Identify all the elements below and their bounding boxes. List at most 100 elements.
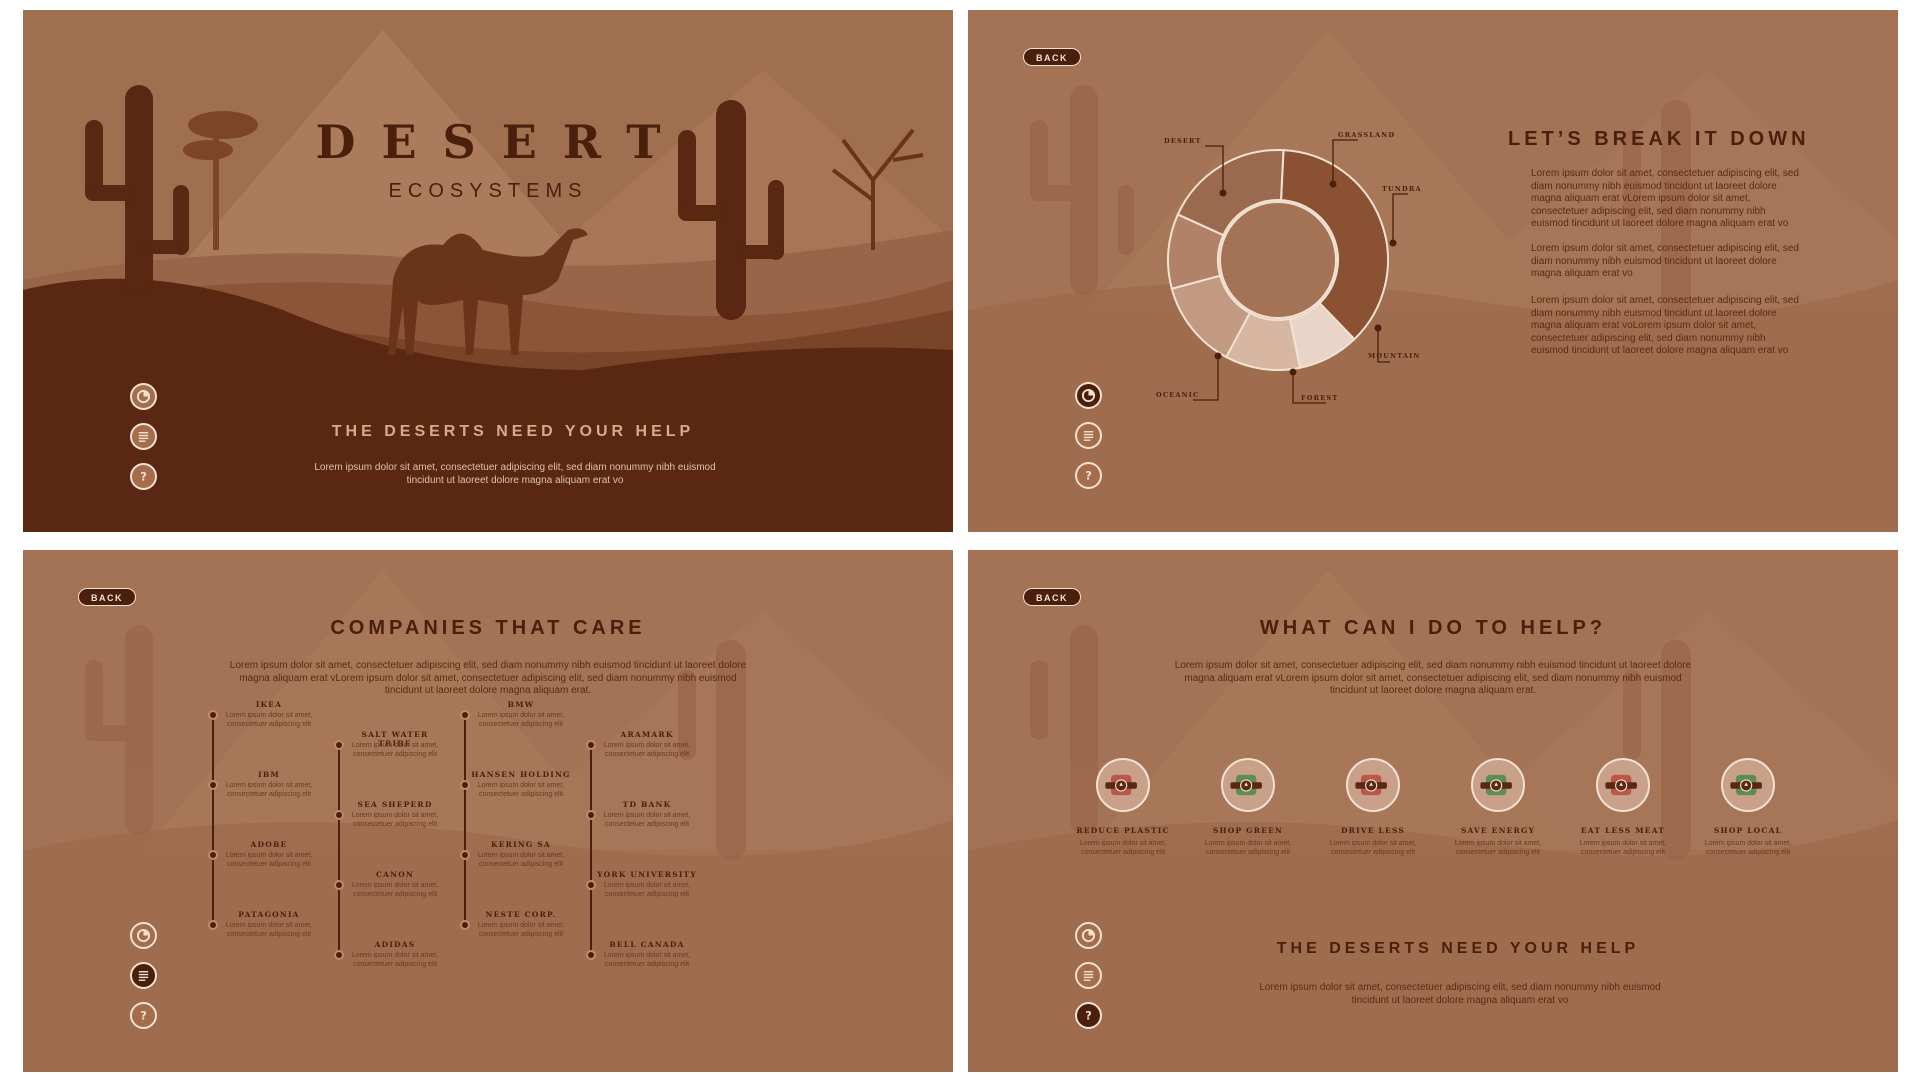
timeline-dot bbox=[460, 920, 470, 930]
basket-icon bbox=[1721, 758, 1775, 812]
car-icon bbox=[1346, 758, 1400, 812]
chart-nav-button[interactable] bbox=[1075, 382, 1102, 409]
company-description: Lorem ipsum dolor sit amet, consectetuer… bbox=[477, 782, 565, 798]
company-description: Lorem ipsum dolor sit amet, consectetuer… bbox=[225, 852, 313, 868]
company-name: HANSEN HOLDING bbox=[471, 770, 571, 779]
desert-landscape-illustration bbox=[23, 10, 953, 532]
help-item-description: Lorem ipsum dolor sit amet, consectetuer… bbox=[1579, 840, 1667, 856]
timeline-dot bbox=[586, 880, 596, 890]
timeline-dot bbox=[208, 920, 218, 930]
company-name: NESTE CORP. bbox=[485, 910, 557, 919]
help-nav-button[interactable]: ? bbox=[130, 1002, 157, 1029]
help-item[interactable]: REDUCE PLASTIC Lorem ipsum dolor sit amet… bbox=[1068, 758, 1178, 857]
lightbulb-icon bbox=[1471, 758, 1525, 812]
help-icon: ? bbox=[1085, 470, 1092, 483]
label-oceanic: OCEANIC bbox=[1156, 391, 1200, 399]
company-description: Lorem ipsum dolor sit amet, consectetuer… bbox=[351, 742, 439, 758]
company-name: IKEA bbox=[255, 700, 283, 709]
timeline-dot bbox=[208, 850, 218, 860]
heading: THE DESERTS NEED YOUR HELP bbox=[331, 423, 695, 440]
back-button[interactable]: BACK bbox=[1023, 588, 1081, 606]
company-description: Lorem ipsum dolor sit amet, consectetuer… bbox=[225, 712, 313, 728]
help-nav-button[interactable]: ? bbox=[1075, 1002, 1102, 1029]
company-name: PATAGONIA bbox=[238, 910, 300, 919]
timeline-dot bbox=[334, 810, 344, 820]
plastic-bottle-icon bbox=[1096, 758, 1150, 812]
chart-nav-button[interactable] bbox=[1075, 922, 1102, 949]
company-description: Lorem ipsum dolor sit amet, consectetuer… bbox=[603, 882, 691, 898]
help-item-label: EAT LESS MEAT bbox=[1580, 826, 1666, 835]
help-item-description: Lorem ipsum dolor sit amet, consectetuer… bbox=[1329, 840, 1417, 856]
chart-nav-button[interactable] bbox=[130, 383, 157, 410]
nav-buttons: ? bbox=[130, 922, 160, 1042]
help-item-label: REDUCE PLASTIC bbox=[1076, 826, 1170, 835]
chart-nav-button[interactable] bbox=[130, 922, 157, 949]
help-item-description: Lorem ipsum dolor sit amet, consectetuer… bbox=[1454, 840, 1542, 856]
svg-text:?: ? bbox=[1085, 1010, 1092, 1023]
list-nav-button[interactable] bbox=[1075, 422, 1102, 449]
back-button[interactable]: BACK bbox=[1023, 48, 1081, 66]
slide-title: WHAT CAN I DO TO HELP? bbox=[1259, 617, 1607, 639]
company-name: TD BANK bbox=[622, 800, 672, 809]
help-icon: ? bbox=[1085, 1010, 1092, 1023]
chart-icon bbox=[1081, 388, 1096, 403]
slide-help: BACK WHAT CAN I DO TO HELP? Lorem ipsum … bbox=[968, 550, 1898, 1072]
company-description: Lorem ipsum dolor sit amet, consectetuer… bbox=[225, 922, 313, 938]
help-item[interactable]: SAVE ENERGY Lorem ipsum dolor sit amet, c… bbox=[1443, 758, 1553, 857]
donut-hole bbox=[1219, 201, 1337, 319]
help-item-label: SAVE ENERGY bbox=[1460, 826, 1536, 835]
company-name: KERING SA bbox=[491, 840, 551, 849]
company-name: BMW bbox=[507, 700, 535, 709]
help-nav-button[interactable]: ? bbox=[130, 463, 157, 490]
timeline-dot bbox=[460, 780, 470, 790]
help-icon: ? bbox=[140, 471, 147, 484]
company-description: Lorem ipsum dolor sit amet, consectetuer… bbox=[603, 812, 691, 828]
list-nav-button[interactable] bbox=[1075, 962, 1102, 989]
timeline-line bbox=[464, 714, 466, 924]
company-name: ADOBE bbox=[250, 840, 288, 849]
help-item-label: SHOP LOCAL bbox=[1713, 826, 1783, 835]
chart-icon bbox=[136, 389, 151, 404]
subtitle: ECOSYSTEMS bbox=[388, 180, 588, 202]
list-icon bbox=[138, 432, 149, 442]
svg-text:?: ? bbox=[140, 1010, 147, 1023]
body-text: Lorem ipsum dolor sit amet, consectetuer… bbox=[314, 462, 716, 486]
timeline-dot bbox=[208, 780, 218, 790]
timeline-dot bbox=[334, 880, 344, 890]
svg-text:?: ? bbox=[1085, 470, 1092, 483]
nav-buttons: ? bbox=[1075, 922, 1105, 1042]
slide-title: COMPANIES THAT CARE bbox=[330, 617, 646, 639]
intro-text: Lorem ipsum dolor sit amet, consectetuer… bbox=[1174, 660, 1692, 696]
back-button[interactable]: BACK bbox=[78, 588, 136, 606]
nav-buttons: ? bbox=[1075, 382, 1105, 502]
help-item[interactable]: EAT LESS MEAT Lorem ipsum dolor sit amet,… bbox=[1568, 758, 1678, 857]
help-item[interactable]: SHOP GREEN Lorem ipsum dolor sit amet, co… bbox=[1193, 758, 1303, 857]
help-nav-button[interactable]: ? bbox=[1075, 462, 1102, 489]
company-description: Lorem ipsum dolor sit amet, consectetuer… bbox=[351, 952, 439, 968]
slide-breakdown: BACK DESERT GRASSLAND TUNDRA MOUNTAIN FO… bbox=[968, 10, 1898, 532]
timeline-dot bbox=[460, 710, 470, 720]
list-nav-button[interactable] bbox=[130, 423, 157, 450]
paragraph-2: Lorem ipsum dolor sit amet, consectetuer… bbox=[1531, 243, 1799, 279]
timeline-dot bbox=[334, 950, 344, 960]
timeline-line bbox=[590, 744, 592, 954]
help-item-description: Lorem ipsum dolor sit amet, consectetuer… bbox=[1079, 840, 1167, 856]
timeline-dot bbox=[586, 950, 596, 960]
timeline-dot bbox=[334, 740, 344, 750]
company-name: CANON bbox=[375, 870, 415, 879]
help-item-description: Lorem ipsum dolor sit amet, consectetuer… bbox=[1204, 840, 1292, 856]
paragraph-3: Lorem ipsum dolor sit amet, consectetuer… bbox=[1531, 295, 1799, 356]
help-item[interactable]: SHOP LOCAL Lorem ipsum dolor sit amet, co… bbox=[1693, 758, 1803, 857]
list-icon bbox=[1083, 431, 1094, 441]
chart-icon bbox=[136, 928, 151, 943]
company-description: Lorem ipsum dolor sit amet, consectetuer… bbox=[603, 952, 691, 968]
donut-chart bbox=[1167, 149, 1389, 371]
help-item[interactable]: DRIVE LESS Lorem ipsum dolor sit amet, co… bbox=[1318, 758, 1428, 857]
shopping-bag-icon bbox=[1221, 758, 1275, 812]
company-name: ADIDAS bbox=[374, 940, 416, 949]
company-description: Lorem ipsum dolor sit amet, consectetuer… bbox=[351, 812, 439, 828]
timeline-line bbox=[338, 744, 340, 954]
timeline-dot bbox=[586, 740, 596, 750]
company-description: Lorem ipsum dolor sit amet, consectetuer… bbox=[351, 882, 439, 898]
list-nav-button[interactable] bbox=[130, 962, 157, 989]
